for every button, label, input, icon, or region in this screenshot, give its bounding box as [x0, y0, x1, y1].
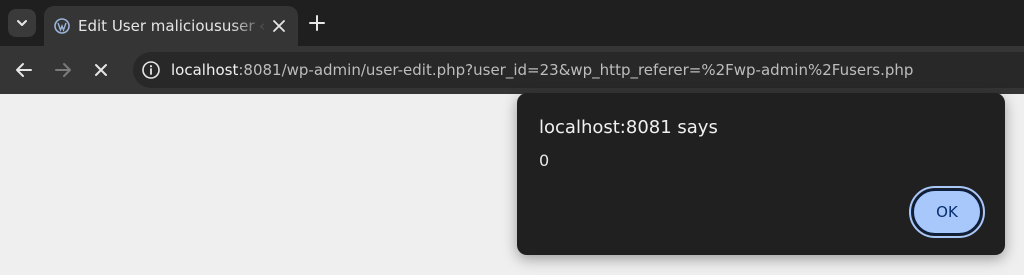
arrow-left-icon[interactable]	[12, 58, 36, 82]
new-tab-icon[interactable]	[306, 12, 328, 34]
alert-dialog: localhost:8081 says 0 OK	[517, 93, 1005, 255]
tab-title: Edit User malicioususer ‹	[78, 17, 266, 35]
url-host: localhost	[171, 61, 239, 79]
wordpress-icon	[54, 18, 70, 34]
ok-button[interactable]: OK	[909, 186, 985, 238]
tab-strip: Edit User malicioususer ‹	[0, 0, 1024, 46]
browser-toolbar: localhost:8081/wp-admin/user-edit.php?us…	[0, 46, 1024, 94]
arrow-right-icon[interactable]	[51, 58, 75, 82]
dialog-message: 0	[539, 151, 550, 170]
url-path: :8081/wp-admin/user-edit.php?user_id=23&…	[238, 61, 914, 79]
close-tab-icon[interactable]	[270, 17, 288, 35]
close-icon[interactable]	[89, 58, 113, 82]
address-bar[interactable]: localhost:8081/wp-admin/user-edit.php?us…	[133, 52, 1024, 88]
active-tab[interactable]: Edit User malicioususer ‹	[44, 6, 298, 46]
tab-search-button[interactable]	[8, 9, 36, 37]
info-icon[interactable]	[141, 60, 161, 80]
dialog-title: localhost:8081 says	[539, 117, 718, 138]
url-text[interactable]: localhost:8081/wp-admin/user-edit.php?us…	[171, 60, 913, 80]
chevron-down-icon	[17, 20, 27, 26]
